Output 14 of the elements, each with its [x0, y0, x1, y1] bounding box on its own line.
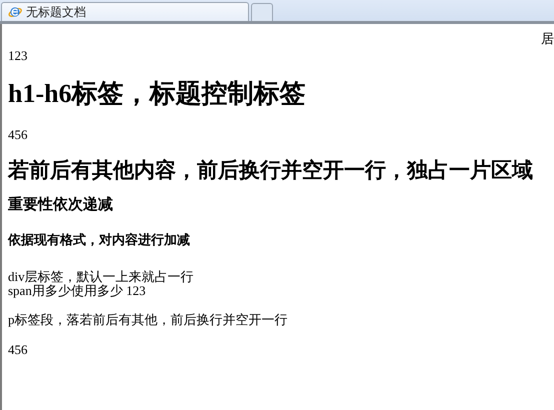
cut-off-text: 居: [541, 31, 554, 46]
body-text: span用多少使用多少 123: [8, 283, 146, 298]
body-text: div层标签，默认一上来就占一行: [8, 269, 194, 284]
browser-tab[interactable]: 无标题文档: [1, 2, 249, 21]
paragraph: p标签段，落若前后有其他，前后换行并空开一行: [8, 312, 288, 327]
paragraph: 456: [8, 342, 28, 357]
body-text: 123: [8, 48, 28, 63]
heading: 依据现有格式，对内容进行加减: [8, 232, 190, 247]
heading: h1-h6标签，标题控制标签: [8, 79, 306, 108]
new-tab-button[interactable]: [251, 3, 273, 21]
browser-logo-icon: [8, 5, 22, 19]
paragraph: 456: [8, 127, 28, 142]
heading: 若前后有其他内容，前后换行并空开一行，独占一片区域: [8, 158, 533, 182]
heading: 重要性依次递减: [8, 197, 113, 213]
